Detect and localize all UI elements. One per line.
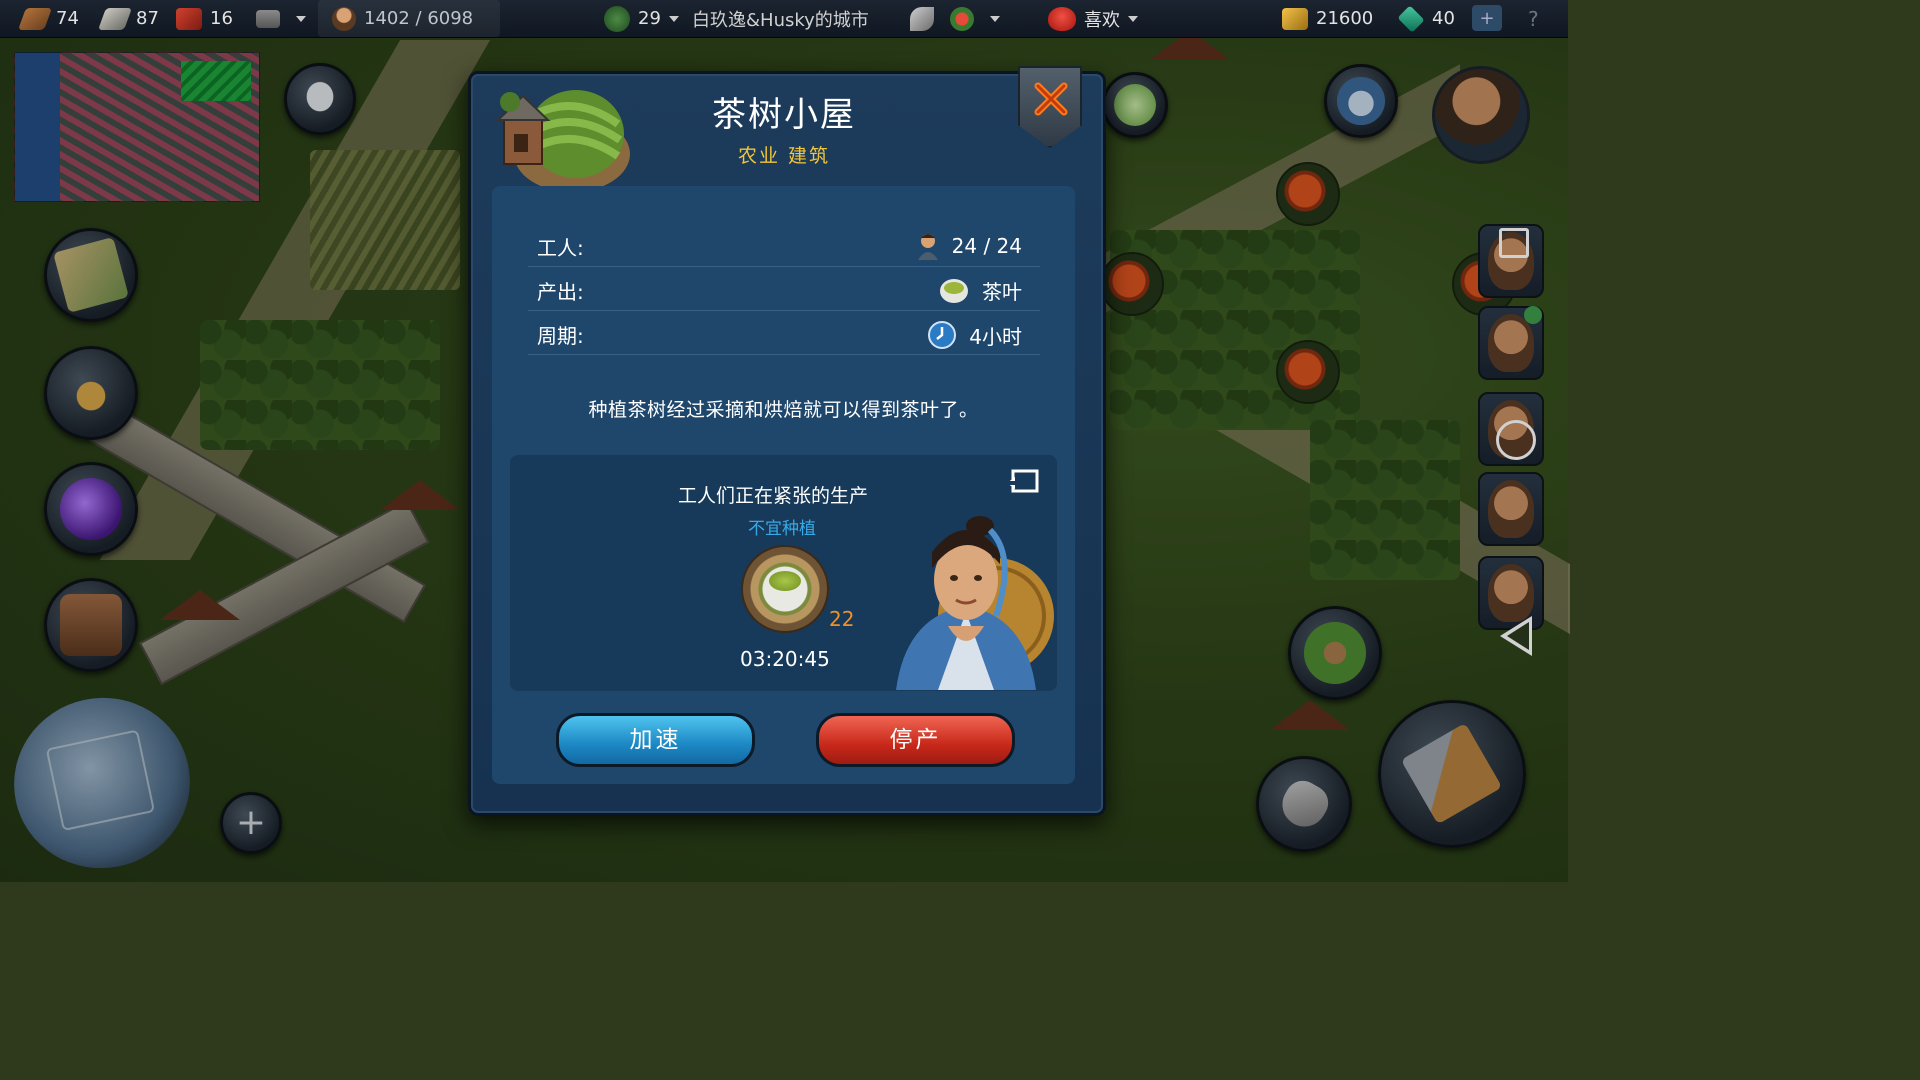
feather-icon: [910, 6, 934, 31]
dialog-title: 茶树小屋: [712, 95, 856, 135]
chevron-down-icon: [668, 15, 679, 22]
row-value: 24 / 24: [951, 234, 1022, 258]
city-name: 白玖逸&Husky的城市: [692, 9, 869, 31]
flower-icon: [950, 6, 974, 31]
gem-icon: [1397, 4, 1425, 33]
chevron-down-icon: [296, 15, 306, 22]
chevron-down-icon: [1128, 15, 1138, 22]
stone-counter[interactable]: 87: [97, 0, 159, 37]
bricks-icon: [176, 7, 202, 30]
row-label: 工人:: [537, 236, 584, 260]
heart-icon: [1048, 6, 1076, 31]
tea-leaf-icon: [769, 571, 801, 591]
wood-counter[interactable]: 74: [17, 0, 79, 37]
stone-icon: [97, 7, 133, 30]
tea-cup-icon: [940, 278, 968, 303]
add-gems-button[interactable]: +: [1472, 5, 1502, 31]
leaf-dropdown[interactable]: 29: [604, 0, 679, 37]
help-button[interactable]: ?: [1528, 0, 1539, 37]
product-count: 22: [829, 607, 855, 631]
production-warning: 不宜种植: [748, 519, 816, 539]
gems-counter[interactable]: 40: [1397, 0, 1455, 37]
worker-icon: [332, 6, 356, 31]
row-label: 周期:: [537, 324, 584, 348]
speed-up-button[interactable]: 加速: [556, 713, 755, 767]
tools-dropdown[interactable]: [910, 0, 1000, 37]
info-row-workers: 工人: 24 / 24: [528, 222, 1040, 267]
worker-icon: [917, 234, 938, 260]
production-timer: 03:20:45: [740, 647, 830, 671]
gold-counter[interactable]: 21600: [1282, 0, 1373, 37]
info-row-output: 产出: 茶叶: [528, 266, 1040, 311]
info-row-cycle: 周期: 4小时: [528, 310, 1040, 355]
close-icon: [1034, 82, 1068, 116]
resources-dropdown[interactable]: [256, 0, 306, 37]
row-value: 4小时: [969, 324, 1022, 349]
restore-icon[interactable]: [1005, 469, 1039, 495]
worker-portrait: [896, 516, 1054, 690]
wood-icon: [17, 7, 53, 30]
gold-icon: [1282, 7, 1308, 30]
like-dropdown[interactable]: 喜欢: [1048, 0, 1138, 37]
tea-product-icon: [741, 545, 829, 633]
row-value: 茶叶: [982, 280, 1022, 304]
building-description: 种植茶树经过采摘和烘焙就可以得到茶叶了。: [588, 399, 979, 421]
production-status: 工人们正在紧张的生产: [678, 485, 869, 507]
dialog-subtitle: 农业 建筑: [737, 145, 831, 167]
population-counter[interactable]: 1402 / 6098: [332, 0, 473, 37]
goods-icon: [256, 9, 280, 28]
clock-icon: [928, 321, 957, 349]
row-label: 产出:: [537, 280, 584, 304]
resource-bar: 74 87 16 1402 / 6098 29 白玖逸&Husky的城市 喜欢 …: [0, 0, 1568, 38]
leaf-icon: [604, 5, 630, 32]
chevron-down-icon: [990, 15, 1000, 22]
stop-production-button[interactable]: 停产: [816, 713, 1015, 767]
bricks-counter[interactable]: 16: [176, 0, 233, 37]
